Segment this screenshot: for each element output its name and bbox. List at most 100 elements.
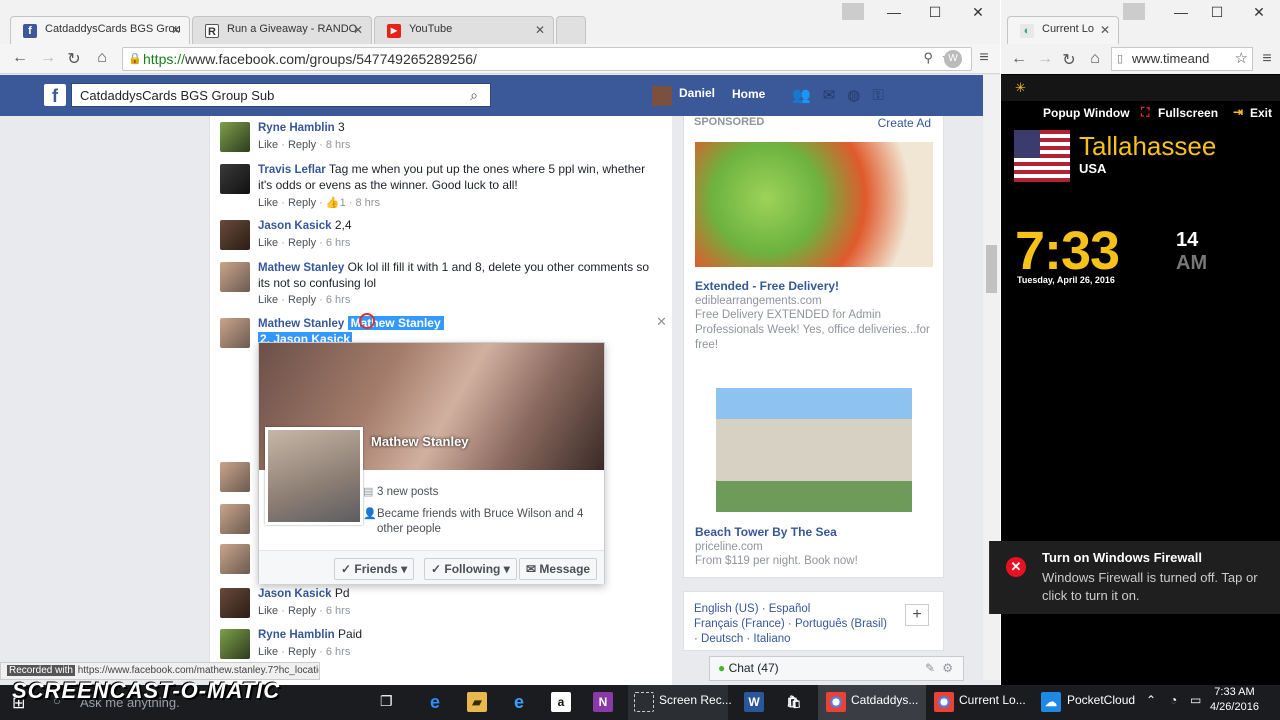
chrome-icon[interactable]	[934, 692, 954, 712]
friends-button[interactable]: ✓ Friends ▾	[334, 558, 415, 580]
gear-icon[interactable]: ⚙	[942, 661, 953, 675]
avatar[interactable]	[220, 164, 250, 194]
language-links[interactable]: Français (France) · Português (Brasil)	[694, 617, 933, 632]
close-icon[interactable]: ✕	[353, 23, 363, 37]
chat-bar[interactable]: ● Chat (47) ✎ ⚙	[709, 656, 964, 681]
forward-icon[interactable]: →	[38, 49, 58, 67]
reload-icon[interactable]: ↻	[64, 49, 84, 69]
exit-link[interactable]: Exit	[1250, 106, 1272, 120]
reload-icon[interactable]: ↻	[1059, 50, 1079, 70]
tab-random[interactable]: R Run a Giveaway - RANDO ✕	[192, 16, 372, 44]
extension-icon[interactable]: W	[944, 50, 962, 68]
bookmark-star-icon[interactable]: ☆	[1235, 49, 1248, 67]
back-icon[interactable]: ←	[1009, 50, 1029, 68]
like-link[interactable]: Like	[258, 605, 278, 617]
reply-link[interactable]: Reply	[288, 605, 316, 617]
user-profile-icon[interactable]	[842, 3, 864, 20]
comment-time[interactable]: 6 hrs	[326, 294, 350, 306]
word-icon[interactable]: W	[744, 692, 764, 712]
close-icon[interactable]: ✕	[656, 314, 667, 330]
ad-domain[interactable]: ediblearrangements.com	[695, 294, 935, 309]
ad-title[interactable]: Beach Tower By The Sea	[695, 525, 837, 539]
reply-link[interactable]: Reply	[288, 237, 316, 249]
compose-icon[interactable]: ✎	[925, 661, 935, 675]
ad-domain[interactable]: priceline.com	[695, 540, 935, 555]
ad-image-hotel[interactable]	[716, 388, 912, 512]
pocketcloud-icon[interactable]: ☁	[1041, 692, 1061, 712]
commenter-name[interactable]: Jason Kasick	[258, 588, 332, 600]
store-icon[interactable]: 🛍	[784, 692, 804, 712]
notifications-icon[interactable]: ▭	[1190, 693, 1201, 707]
like-link[interactable]: Like	[258, 646, 278, 658]
close-icon[interactable]: ✕	[1100, 23, 1110, 37]
chevron-up-icon[interactable]: ⌃	[1146, 693, 1156, 707]
back-icon[interactable]: ←	[10, 49, 30, 67]
tab-current-location[interactable]: ◐ Current Lo ✕	[1007, 16, 1119, 44]
taskbar-label[interactable]: PocketCloud	[1067, 693, 1135, 707]
task-view-icon[interactable]: ❐	[380, 693, 393, 710]
avatar[interactable]	[220, 504, 250, 534]
reply-link[interactable]: Reply	[288, 646, 316, 658]
comment-time[interactable]: 6 hrs	[326, 646, 350, 658]
tab-facebook[interactable]: f CatdaddysCards BGS Grou ✕	[10, 16, 190, 44]
avatar[interactable]	[220, 220, 250, 250]
reply-link[interactable]: Reply	[288, 139, 316, 151]
language-links[interactable]: · Deutsch · Italiano	[694, 632, 933, 647]
close-icon[interactable]: ✕	[535, 23, 545, 37]
avatar[interactable]	[220, 588, 250, 618]
commenter-name[interactable]: Mathew Stanley	[258, 318, 344, 330]
address-bar[interactable]: 🔒 https://www.facebook.com/groups/547749…	[122, 47, 972, 71]
language-links[interactable]: English (US) · Español	[694, 602, 933, 617]
profile-photo[interactable]	[265, 427, 363, 525]
friends-text[interactable]: Became friends with Bruce Wilson and 4 o…	[377, 508, 583, 535]
like-link[interactable]: Like	[258, 139, 278, 151]
avatar[interactable]	[652, 86, 672, 106]
edge-icon[interactable]: e	[425, 692, 445, 712]
like-link[interactable]: Like	[258, 294, 278, 306]
wifi-icon[interactable]: ◔	[1170, 693, 1177, 707]
create-ad-link[interactable]: Create Ad	[878, 116, 931, 130]
commenter-name[interactable]: Jason Kasick	[258, 220, 332, 232]
internet-explorer-icon[interactable]: e	[509, 692, 529, 712]
avatar[interactable]	[220, 629, 250, 659]
onenote-icon[interactable]: N	[593, 692, 613, 712]
user-profile-icon[interactable]	[1123, 3, 1145, 20]
like-link[interactable]: Like	[258, 197, 278, 209]
minimize-icon[interactable]: —	[880, 4, 908, 20]
scrollbar-thumb[interactable]	[986, 245, 997, 293]
facebook-search-input[interactable]: CatdaddysCards BGS Group Sub ⌕	[71, 83, 491, 107]
search-icon[interactable]: ⌕	[470, 87, 478, 104]
window-close-icon[interactable]: ✕	[964, 4, 992, 21]
new-tab-button[interactable]	[556, 16, 586, 44]
friend-requests-icon[interactable]: 👥	[792, 87, 823, 104]
avatar[interactable]	[220, 262, 250, 292]
comment-time[interactable]: 8 hrs	[355, 197, 379, 209]
forward-icon[interactable]: →	[1035, 50, 1055, 68]
ad-title[interactable]: Extended - Free Delivery!	[695, 279, 839, 293]
commenter-name[interactable]: Ryne Hamblin	[258, 122, 335, 134]
home-icon[interactable]: ⌂	[92, 49, 112, 67]
popup-window-link[interactable]: Popup Window	[1043, 106, 1130, 120]
privacy-lock-icon[interactable]: ⚿	[872, 87, 895, 104]
reply-link[interactable]: Reply	[288, 294, 316, 306]
firewall-notification[interactable]: ✕ Turn on Windows Firewall Windows Firew…	[989, 541, 1280, 614]
user-name[interactable]: Daniel	[679, 86, 715, 100]
avatar[interactable]	[220, 544, 250, 574]
commenter-name[interactable]: Ryne Hamblin	[258, 629, 335, 641]
comment-time[interactable]: 6 hrs	[326, 605, 350, 617]
comment-time[interactable]: 6 hrs	[326, 237, 350, 249]
following-button[interactable]: ✓ Following ▾	[424, 558, 517, 580]
reply-link[interactable]: Reply	[288, 197, 316, 209]
notification-icons[interactable]: 👥✉◍⚿	[792, 86, 896, 104]
window-close-icon[interactable]: ✕	[1245, 4, 1273, 21]
taskbar-label[interactable]: Current Lo...	[959, 693, 1026, 707]
minimize-icon[interactable]: —	[1167, 4, 1195, 20]
maximize-icon[interactable]: ☐	[921, 4, 949, 21]
menu-icon[interactable]: ≡	[1257, 50, 1277, 68]
like-link[interactable]: Like	[258, 237, 278, 249]
facebook-logo-icon[interactable]: f	[44, 84, 66, 106]
tab-youtube[interactable]: ▶ YouTube ✕	[374, 16, 554, 44]
fullscreen-link[interactable]: Fullscreen	[1158, 106, 1218, 120]
maximize-icon[interactable]: ☐	[1203, 4, 1231, 21]
avatar[interactable]	[220, 462, 250, 492]
